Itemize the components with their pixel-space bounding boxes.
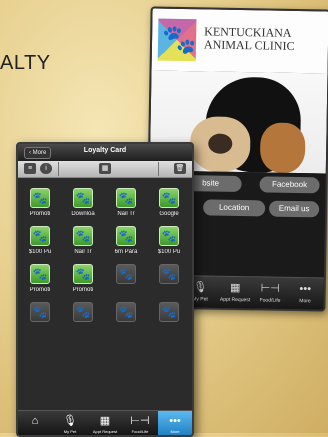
empty-stamp[interactable]: 🐾	[149, 264, 189, 300]
tab-appt-request[interactable]: ▦ Appt Request	[88, 411, 122, 435]
toolbar-divider	[158, 162, 159, 176]
empty-stamp[interactable]: 🐾	[106, 302, 146, 338]
tab-food-life[interactable]: ⊢⊣ Food/Life	[123, 411, 157, 435]
back-tab-food[interactable]: ⊢⊣ Food/Life	[252, 277, 288, 310]
loyalty-stamp[interactable]: 🐾 Nail Tr	[106, 188, 146, 224]
list-icon[interactable]: ≡	[24, 163, 36, 174]
stamp-label: Nail Tr	[74, 249, 92, 255]
paw-icon: 🐾	[30, 226, 50, 246]
toolbar: ≡ i ▦ 🗑	[18, 161, 192, 178]
stamp-label: Google	[159, 211, 179, 217]
paw-icon: 🐾	[30, 264, 50, 284]
more-icon: •••	[299, 283, 312, 296]
loyalty-stamp[interactable]: 🐾 $100 Pu	[20, 226, 60, 262]
mic-icon: 🎙	[63, 415, 77, 427]
empty-stamp[interactable]: 🐾	[20, 302, 60, 338]
calendar-icon: ▦	[99, 415, 111, 427]
loyalty-stamp[interactable]: 🐾 Promoti	[20, 264, 60, 300]
cat-image	[259, 122, 306, 174]
tab-label: More	[170, 429, 180, 434]
back-tab-more[interactable]: ••• More	[287, 278, 323, 311]
bone-icon: ⊢⊣	[130, 415, 150, 427]
empty-stamp[interactable]: 🐾	[106, 264, 146, 300]
back-tab-appt[interactable]: ▦ Appt Request	[217, 277, 253, 310]
loyalty-stamp[interactable]: 🐾 Nail Tr	[63, 226, 103, 262]
tab-my-pet[interactable]: 🎙 My Pet	[53, 411, 87, 435]
tab-label: Food/Life	[131, 429, 149, 434]
paw-icon: 🐾	[73, 226, 93, 246]
paw-icon: 🐾	[73, 264, 93, 284]
empty-stamp[interactable]: 🐾	[63, 302, 103, 338]
tab-more[interactable]: ••• More	[158, 411, 192, 435]
tab-label: More	[299, 298, 311, 305]
tab-home[interactable]: ⌂	[18, 411, 52, 435]
tab-label: My Pet	[63, 429, 77, 434]
paw-icon: 🐾	[116, 226, 136, 246]
loyalty-stamp[interactable]: 🐾 Downloa	[63, 188, 103, 224]
location-button[interactable]: Location	[203, 199, 266, 217]
tab-bar: ⌂ 🎙 My Pet ▦ Appt Request ⊢⊣ Food/Life •…	[18, 410, 192, 435]
stamp-label: 6m Para	[114, 249, 138, 255]
home-icon: ⌂	[31, 415, 39, 427]
loyalty-stamp[interactable]: 🐾 6m Para	[106, 226, 146, 262]
nav-bar: ‹ More Loyalty Card	[18, 144, 192, 161]
tab-label: My Pet	[192, 296, 208, 303]
paw-icon: 🐾	[159, 264, 179, 284]
qr-code-icon[interactable]: ▦	[99, 163, 111, 174]
tab-label: Appt Request	[219, 296, 251, 304]
stamp-label: Downloa	[71, 211, 95, 217]
bone-icon: ⊢⊣	[260, 282, 280, 295]
paw-icon: 🐾	[73, 302, 93, 322]
partial-heading: ALTY	[0, 52, 51, 74]
paw-icon: 🐾	[159, 302, 179, 322]
paw-icon: 🐾	[30, 188, 50, 208]
tab-label: Food/Life	[259, 297, 281, 304]
paw-icon: 🐾	[116, 188, 136, 208]
paw-icon: 🐾	[116, 264, 136, 284]
loyalty-stamp[interactable]: 🐾 Promoti	[63, 264, 103, 300]
stamp-label: Nail Tr	[117, 211, 135, 217]
stamp-label: Promoti	[29, 211, 51, 217]
paw-icon: 🐾	[116, 302, 136, 322]
email-button[interactable]: Email us	[269, 200, 320, 218]
facebook-button[interactable]: Facebook	[259, 176, 320, 194]
stamp-label: $100 Pu	[28, 249, 52, 255]
loyalty-stamp[interactable]: 🐾 Google	[149, 188, 189, 224]
stamp-label: $100 Pu	[157, 249, 181, 255]
stamp-label: Promoti	[29, 287, 51, 293]
trash-icon[interactable]: 🗑	[174, 163, 186, 174]
paw-icon: 🐾	[159, 226, 179, 246]
loyalty-stamp[interactable]: 🐾 Promoti	[20, 188, 60, 224]
paw-icon: 🐾	[73, 188, 93, 208]
toolbar-divider	[58, 162, 59, 176]
tab-label: Appt Request	[92, 429, 118, 434]
paw-icon: 🐾	[159, 188, 179, 208]
clinic-name: KENTUCKIANA ANIMAL CLINIC	[203, 24, 295, 53]
front-phone-screen: ‹ More Loyalty Card ≡ i ▦ 🗑 🐾 Promoti 🐾 Do…	[16, 142, 194, 437]
calendar-icon: ▦	[229, 281, 241, 295]
loyalty-stamp[interactable]: 🐾 $100 Pu	[149, 226, 189, 262]
paw-icon: 🐾	[30, 302, 50, 322]
stamp-label: Promoti	[72, 287, 94, 293]
clinic-header: 🐾 KENTUCKIANA ANIMAL CLINIC	[151, 8, 328, 74]
empty-stamp[interactable]: 🐾	[149, 302, 189, 338]
paw-icon: 🐾	[161, 23, 198, 56]
page-title: Loyalty Card	[83, 147, 127, 154]
more-icon: •••	[169, 415, 181, 427]
info-icon[interactable]: i	[40, 163, 52, 174]
